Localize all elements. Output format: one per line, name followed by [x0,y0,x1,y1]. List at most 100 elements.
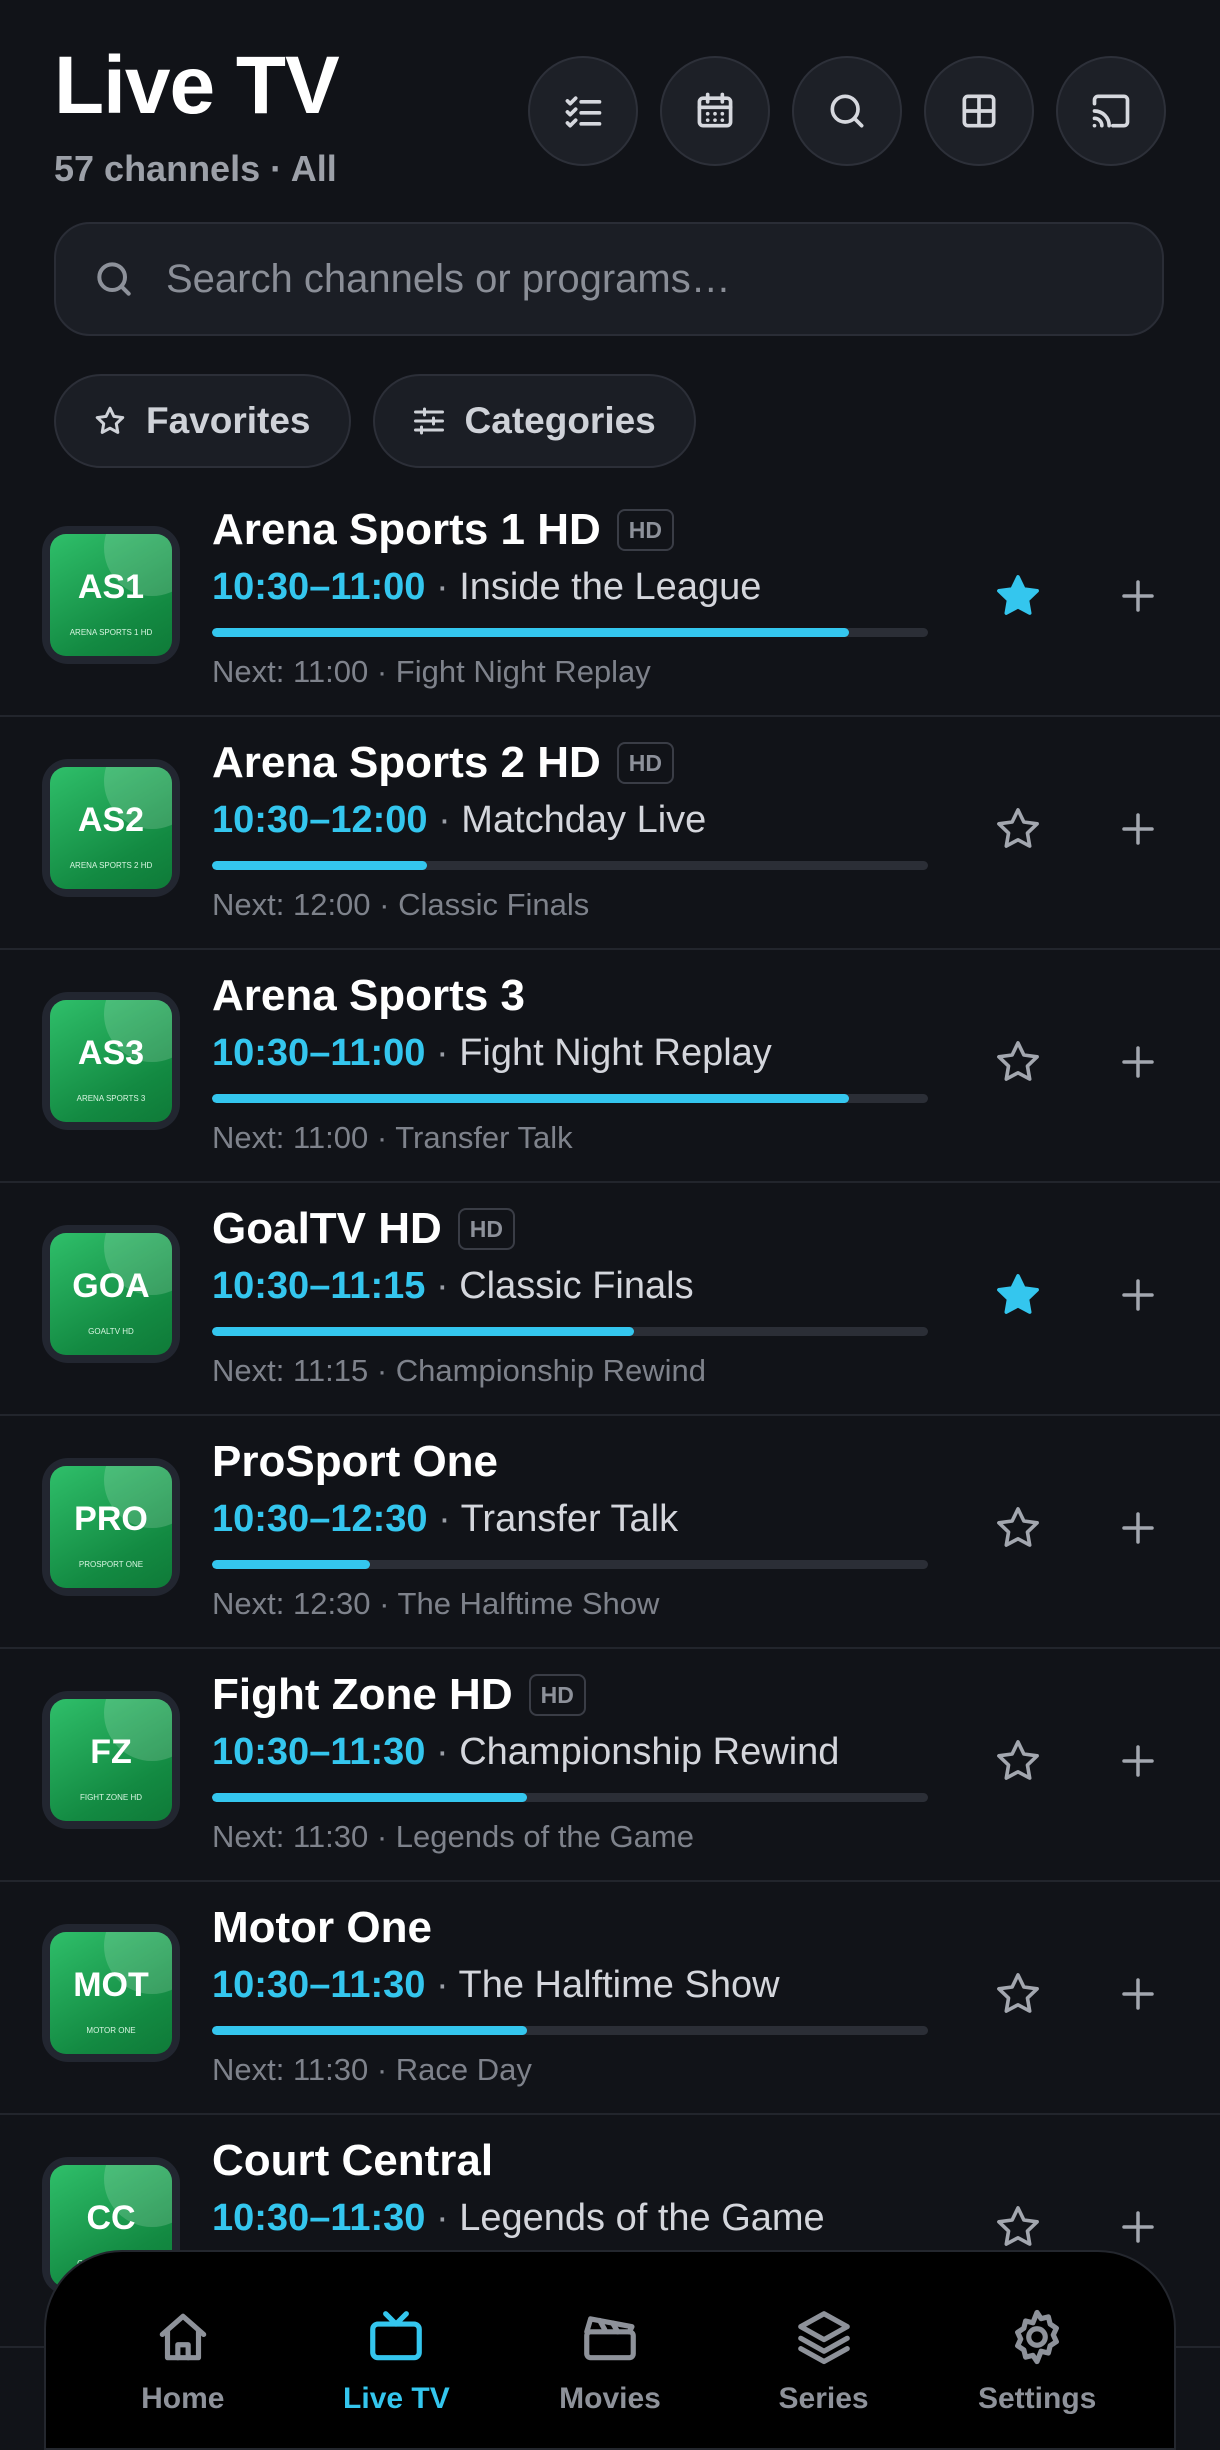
nav-label: Movies [559,2382,661,2415]
program-time: 10:30–11:00 [212,566,426,608]
program-progress-fill [212,1560,370,1569]
page-title: Live TV [54,40,340,131]
program-progress-bar [212,1560,928,1569]
add-button[interactable] [1108,1731,1168,1791]
add-button[interactable] [1108,566,1168,626]
channel-row[interactable]: MOT MOTOR ONE Motor One 10:30–11:30 · Th… [0,1882,1220,2115]
search-input[interactable] [164,255,1068,303]
search-icon [97,262,131,296]
hd-badge: HD [528,1674,586,1716]
plus-icon [1122,2211,1154,2243]
nav-item-settings[interactable]: Settings [947,2252,1127,2448]
tv-icon [370,2311,423,2361]
favorite-button[interactable] [988,1032,1048,1092]
program-progress-bar [212,1327,928,1336]
favorite-button[interactable] [988,1964,1048,2024]
channel-logo: AS3 ARENA SPORTS 3 [42,992,180,1130]
add-button[interactable] [1108,1265,1168,1325]
channel-name: Fight Zone HD [212,1670,513,1719]
channel-logo-text: FIGHT ZONE HD [79,1793,143,1802]
favorite-button[interactable] [988,2197,1048,2257]
grid-view-button[interactable] [924,56,1034,166]
channel-row[interactable]: GOA GOALTV HD GoalTV HD HD 10:30–11:15 ·… [0,1183,1220,1416]
select-list-button[interactable] [528,56,638,166]
channel-row[interactable]: AS2 ARENA SPORTS 2 HD Arena Sports 2 HD … [0,717,1220,950]
program-time: 10:30–11:30 [212,1731,426,1773]
favorite-button[interactable] [988,1265,1048,1325]
add-button[interactable] [1108,799,1168,859]
program-title: Classic Finals [459,1265,694,1307]
nav-item-movies[interactable]: Movies [520,2252,700,2448]
channel-logo: AS1 ARENA SPORTS 1 HD [42,526,180,664]
categories-chip[interactable]: Categories [372,374,696,468]
channel-row[interactable]: FZ FIGHT ZONE HD Fight Zone HD HD 10:30–… [0,1649,1220,1882]
channel-name: Arena Sports 2 HD [212,738,601,787]
star-outline-icon [997,1740,1039,1780]
star-outline-icon [95,406,125,434]
channel-logo-code: AS1 [77,568,145,606]
channel-logo: GOA GOALTV HD [42,1225,180,1363]
nav-label: Series [778,2382,869,2415]
program-progress-bar [212,1094,928,1103]
nav-label: Live TV [343,2382,450,2415]
channel-count: 57 channels · All [54,148,337,189]
hd-badge: HD [616,509,674,551]
channel-logo-code: AS2 [77,801,145,839]
channel-row[interactable]: PRO PROSPORT ONE ProSport One 10:30–12:3… [0,1416,1220,1649]
channel-row[interactable]: AS1 ARENA SPORTS 1 HD Arena Sports 1 HD … [0,484,1220,717]
program-progress-fill [212,1094,850,1103]
program-progress-fill [212,628,850,637]
program-title: The Halftime Show [458,1964,780,2006]
program-progress-bar [212,861,928,870]
search-button[interactable] [792,56,902,166]
program-time: 10:30–12:00 [212,799,428,841]
categories-chip-label: Categories [464,400,656,441]
hd-badge: HD [616,742,674,784]
star-outline-icon [997,1041,1039,1081]
nav-item-series[interactable]: Series [734,2252,914,2448]
star-outline-icon [997,808,1039,848]
cast-button[interactable] [1056,56,1166,166]
clapperboard-icon [584,2316,636,2361]
program-time: 10:30–11:30 [212,1964,426,2006]
channel-logo-code: AS3 [77,1034,145,1072]
program-title: Matchday Live [461,799,707,841]
add-button[interactable] [1108,2197,1168,2257]
favorite-button[interactable] [988,1731,1048,1791]
favorite-button[interactable] [988,799,1048,859]
add-button[interactable] [1108,1032,1168,1092]
favorites-chip[interactable]: Favorites [54,374,351,468]
channel-name: Court Central [212,2136,494,2185]
channel-list: AS1 ARENA SPORTS 1 HD Arena Sports 1 HD … [0,484,1220,2348]
star-filled-icon [997,575,1039,615]
plus-icon [1122,1279,1154,1311]
channel-row[interactable]: AS3 ARENA SPORTS 3 Arena Sports 3 10:30–… [0,950,1220,1183]
add-button[interactable] [1108,1498,1168,1558]
nav-item-live-tv[interactable]: Live TV [306,2252,486,2448]
current-program: 10:30–12:30 · Transfer Talk [212,1498,679,1540]
plus-icon [1122,1512,1154,1544]
channel-name: Motor One [212,1903,432,1952]
channel-logo-text: MOTOR ONE [86,2026,136,2035]
next-program: Next: 11:30 · Race Day [212,2052,532,2087]
channel-logo-text: ARENA SPORTS 3 [76,1094,146,1103]
channel-name: ProSport One [212,1437,499,1486]
calendar-icon [697,92,733,128]
favorite-button[interactable] [988,1498,1048,1558]
nav-label: Home [141,2382,225,2415]
cast-icon [1092,94,1130,128]
channel-name: GoalTV HD [212,1204,442,1253]
program-progress-bar [212,1793,928,1802]
favorite-button[interactable] [988,566,1048,626]
current-program: 10:30–11:30 · Legends of the Game [212,2197,825,2239]
hd-badge: HD [457,1208,516,1250]
favorites-chip-label: Favorites [146,400,311,441]
program-title: Championship Rewind [459,1731,840,1773]
nav-item-home[interactable]: Home [93,2252,273,2448]
current-program: 10:30–11:30 · The Halftime Show [212,1964,780,2006]
channel-logo-text: PROSPORT ONE [78,1560,144,1569]
add-button[interactable] [1108,1964,1168,2024]
search-bar[interactable] [54,222,1164,336]
channel-name: Arena Sports 3 [212,971,525,1020]
calendar-button[interactable] [660,56,770,166]
